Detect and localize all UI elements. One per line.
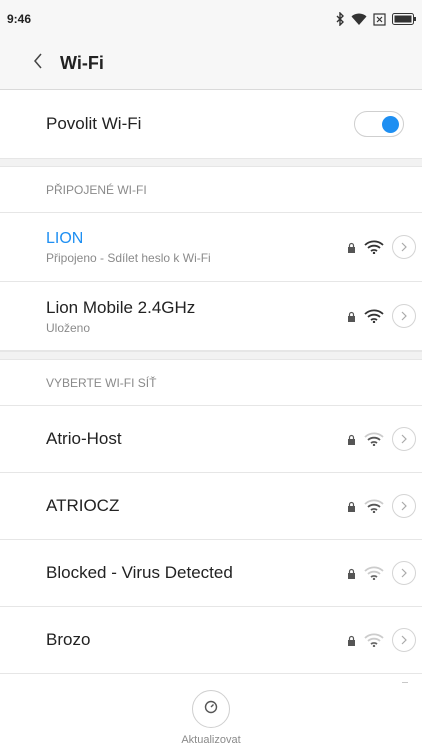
network-row-lion[interactable]: LION Připojeno - Sdílet heslo k Wi-Fi: [0, 213, 422, 282]
chevron-right-icon: [401, 635, 407, 645]
lock-icon: [347, 311, 356, 322]
connected-section-header: PŘIPOJENÉ WI-FI: [0, 167, 422, 213]
status-icons: [335, 12, 416, 26]
refresh-label: Aktualizovat: [181, 734, 241, 746]
network-details-button[interactable]: [392, 304, 416, 328]
section-divider: [0, 351, 422, 360]
wifi-strength-icon: [364, 432, 384, 446]
network-row-brozo[interactable]: Brozo: [0, 607, 422, 674]
back-button[interactable]: [20, 38, 56, 90]
wifi-toggle-row[interactable]: Povolit Wi-Fi: [0, 90, 422, 158]
lock-icon: [347, 242, 356, 253]
chevron-right-icon: [401, 311, 407, 321]
wifi-strength-icon: [364, 309, 384, 323]
network-status: Připojeno - Sdílet heslo k Wi-Fi: [46, 250, 211, 265]
wifi-signal-icon: [351, 13, 367, 26]
chevron-right-icon: [401, 434, 407, 444]
lock-icon: [347, 635, 356, 646]
network-details-button[interactable]: [392, 235, 416, 259]
network-details-button[interactable]: [392, 494, 416, 518]
network-name: Brozo: [46, 630, 91, 649]
network-name: Blocked - Virus Detected: [46, 563, 233, 582]
section-divider: [0, 158, 422, 167]
refresh-button[interactable]: [192, 690, 230, 728]
refresh-icon: [203, 699, 219, 720]
network-details-button[interactable]: [392, 561, 416, 585]
available-section-header: VYBERTE WI-FI SÍŤ: [0, 360, 422, 406]
network-row-atrio-host[interactable]: Atrio-Host: [0, 406, 422, 473]
lock-icon: [347, 501, 356, 512]
battery-icon: [392, 13, 416, 25]
partial-row-indicator: [402, 682, 408, 683]
network-row-blocked-virus-detected[interactable]: Blocked - Virus Detected: [0, 540, 422, 607]
status-bar: 9:46: [0, 0, 422, 38]
wifi-strength-icon: [364, 240, 384, 254]
network-details-button[interactable]: [392, 628, 416, 652]
bluetooth-icon: [335, 12, 345, 26]
wifi-strength-icon: [364, 566, 384, 580]
network-status: Uloženo: [46, 320, 91, 335]
title-bar: Wi-Fi: [0, 38, 422, 90]
network-name: Lion Mobile 2.4GHz: [46, 297, 196, 317]
network-row-atriocz[interactable]: ATRIOCZ: [0, 473, 422, 540]
wifi-toggle-label: Povolit Wi-Fi: [46, 114, 142, 133]
refresh-area: Aktualizovat: [0, 690, 422, 746]
chevron-left-icon: [33, 53, 43, 74]
wifi-toggle-switch[interactable]: [354, 111, 404, 137]
network-details-button[interactable]: [392, 427, 416, 451]
network-name: Atrio-Host: [46, 429, 122, 448]
wifi-strength-icon: [364, 499, 384, 513]
chevron-right-icon: [401, 568, 407, 578]
network-name: ATRIOCZ: [46, 496, 120, 515]
no-sim-icon: [373, 12, 386, 26]
page-title: Wi-Fi: [60, 53, 104, 73]
status-time: 9:46: [7, 12, 32, 26]
lock-icon: [347, 568, 356, 579]
network-name: LION: [46, 229, 84, 247]
list-continuation: [0, 674, 422, 690]
network-row-lion-mobile[interactable]: Lion Mobile 2.4GHz Uloženo: [0, 282, 422, 351]
chevron-right-icon: [401, 501, 407, 511]
lock-icon: [347, 434, 356, 445]
wifi-strength-icon: [364, 633, 384, 647]
toggle-knob: [382, 116, 399, 133]
chevron-right-icon: [401, 242, 407, 252]
